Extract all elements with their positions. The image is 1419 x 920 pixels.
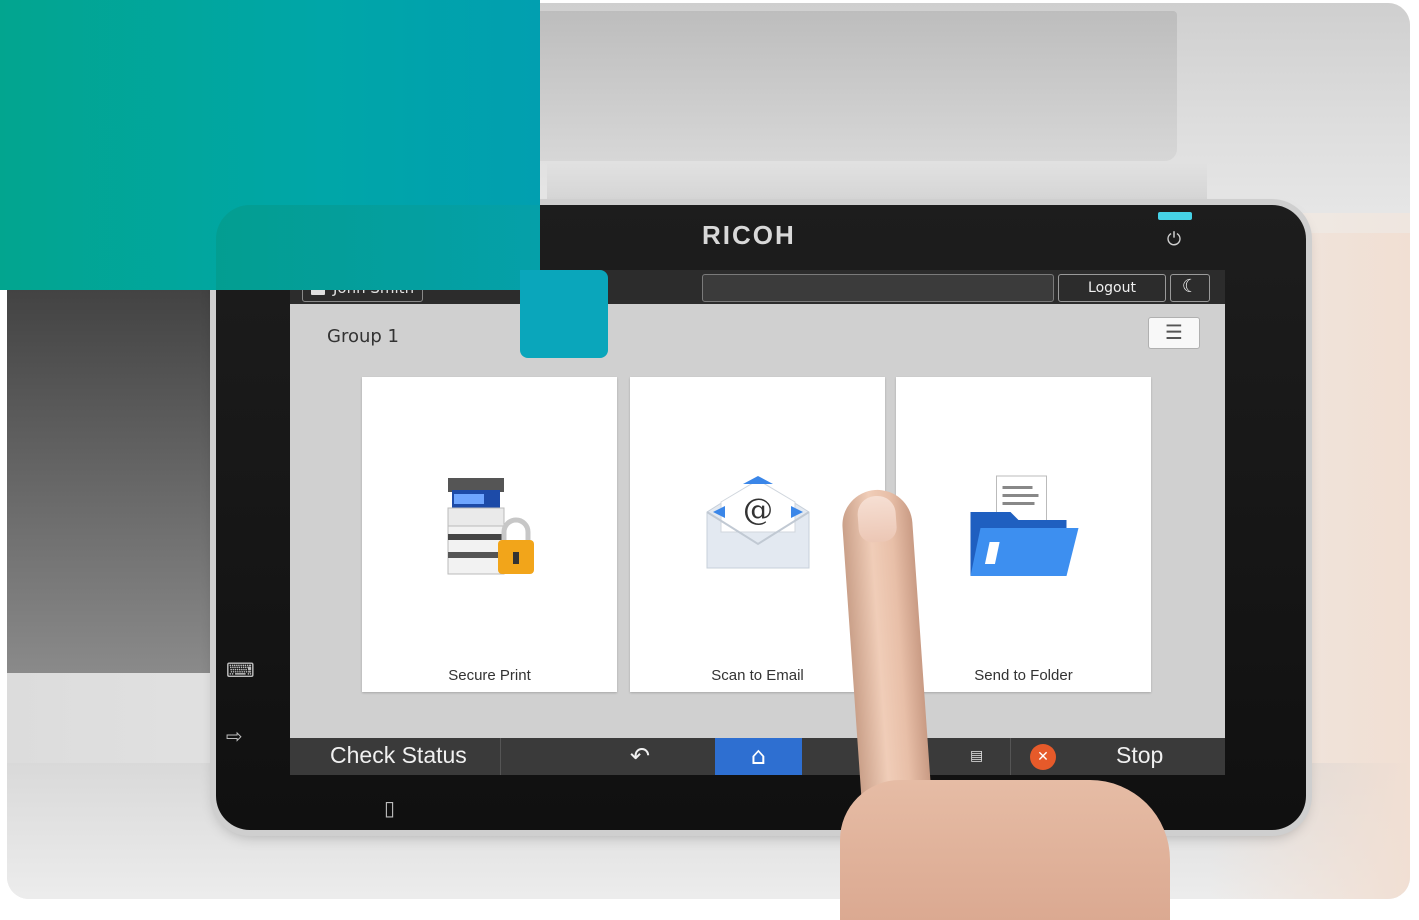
document-folder-icon [966, 472, 1081, 586]
group-title: Group 1 [327, 326, 399, 347]
login-icon[interactable]: ⇨ [226, 726, 243, 746]
printer-side-shadow [7, 253, 247, 673]
stop-button[interactable]: Stop [1116, 742, 1163, 769]
tile-label: Secure Print [448, 667, 531, 684]
printer-output-tray [527, 11, 1177, 161]
media-slot-icon: ▯ [384, 796, 396, 820]
hand [840, 780, 1170, 920]
tile-label: Scan to Email [711, 667, 804, 684]
divider [500, 738, 501, 775]
logout-button[interactable]: Logout [1058, 274, 1166, 302]
svg-text:@: @ [743, 493, 773, 528]
email-envelope-icon: @ [703, 472, 813, 576]
back-arrow-icon[interactable]: ↶ [630, 742, 650, 770]
tile-send-to-folder[interactable]: Send to Folder [896, 377, 1151, 692]
tile-label: Send to Folder [974, 667, 1073, 684]
printer-lock-icon [440, 472, 540, 586]
message-field [702, 274, 1054, 302]
fingernail [856, 494, 898, 544]
power-icon[interactable]: ⏻ [1162, 228, 1186, 252]
decorative-teal-overlay [216, 205, 540, 290]
moon-icon[interactable]: ☾ [1170, 274, 1210, 302]
keyboard-icon[interactable]: ⌨ [226, 660, 255, 680]
touch-screen: John Smith Logout ☾ Group 1 ☰ Secure Pri… [290, 270, 1225, 775]
decorative-teal-tab [520, 270, 608, 358]
data-indicator-icon[interactable]: ▤ [970, 748, 983, 764]
bottom-bar: Check Status ↶ ⌂ ▤ ✕ Stop [290, 738, 1225, 775]
brand-logo: RICOH [702, 220, 796, 250]
tile-secure-print[interactable]: Secure Print [362, 377, 617, 692]
home-icon[interactable]: ⌂ [715, 738, 802, 775]
list-menu-icon[interactable]: ☰ [1148, 317, 1200, 349]
stop-icon[interactable]: ✕ [1030, 744, 1056, 770]
check-status-button[interactable]: Check Status [330, 742, 467, 769]
divider [1010, 738, 1011, 775]
power-led [1158, 212, 1192, 220]
